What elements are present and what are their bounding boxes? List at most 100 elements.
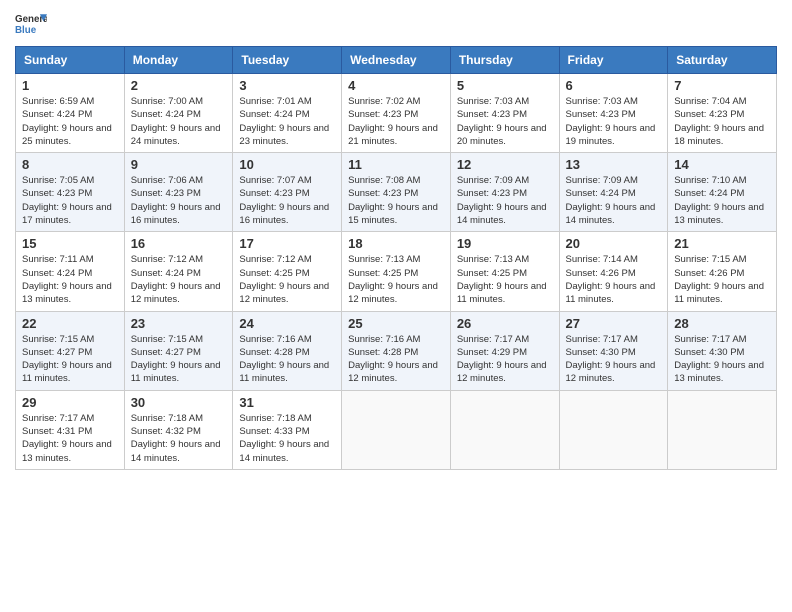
day-cell: 13 Sunrise: 7:09 AMSunset: 4:24 PMDaylig…: [559, 153, 668, 232]
day-info: Sunrise: 7:17 AMSunset: 4:30 PMDaylight:…: [674, 334, 764, 385]
day-info: Sunrise: 7:17 AMSunset: 4:31 PMDaylight:…: [22, 413, 112, 464]
week-row-3: 15 Sunrise: 7:11 AMSunset: 4:24 PMDaylig…: [16, 232, 777, 311]
day-info: Sunrise: 7:16 AMSunset: 4:28 PMDaylight:…: [239, 334, 329, 385]
header-row: SundayMondayTuesdayWednesdayThursdayFrid…: [16, 47, 777, 74]
day-cell: 6 Sunrise: 7:03 AMSunset: 4:23 PMDayligh…: [559, 74, 668, 153]
week-row-1: 1 Sunrise: 6:59 AMSunset: 4:24 PMDayligh…: [16, 74, 777, 153]
day-cell: 10 Sunrise: 7:07 AMSunset: 4:23 PMDaylig…: [233, 153, 342, 232]
col-header-tuesday: Tuesday: [233, 47, 342, 74]
day-number: 12: [457, 157, 553, 172]
day-number: 14: [674, 157, 770, 172]
col-header-monday: Monday: [124, 47, 233, 74]
day-cell: 26 Sunrise: 7:17 AMSunset: 4:29 PMDaylig…: [450, 311, 559, 390]
day-info: Sunrise: 7:18 AMSunset: 4:32 PMDaylight:…: [131, 413, 221, 464]
day-number: 16: [131, 236, 227, 251]
day-info: Sunrise: 7:09 AMSunset: 4:24 PMDaylight:…: [566, 175, 656, 226]
day-cell: [668, 390, 777, 469]
day-info: Sunrise: 6:59 AMSunset: 4:24 PMDaylight:…: [22, 96, 112, 147]
day-number: 7: [674, 78, 770, 93]
day-cell: 30 Sunrise: 7:18 AMSunset: 4:32 PMDaylig…: [124, 390, 233, 469]
day-info: Sunrise: 7:03 AMSunset: 4:23 PMDaylight:…: [457, 96, 547, 147]
day-cell: 3 Sunrise: 7:01 AMSunset: 4:24 PMDayligh…: [233, 74, 342, 153]
day-info: Sunrise: 7:03 AMSunset: 4:23 PMDaylight:…: [566, 96, 656, 147]
day-cell: 1 Sunrise: 6:59 AMSunset: 4:24 PMDayligh…: [16, 74, 125, 153]
day-cell: 4 Sunrise: 7:02 AMSunset: 4:23 PMDayligh…: [342, 74, 451, 153]
day-number: 28: [674, 316, 770, 331]
day-cell: [559, 390, 668, 469]
day-info: Sunrise: 7:12 AMSunset: 4:25 PMDaylight:…: [239, 254, 329, 305]
day-info: Sunrise: 7:00 AMSunset: 4:24 PMDaylight:…: [131, 96, 221, 147]
day-info: Sunrise: 7:13 AMSunset: 4:25 PMDaylight:…: [457, 254, 547, 305]
day-info: Sunrise: 7:14 AMSunset: 4:26 PMDaylight:…: [566, 254, 656, 305]
day-number: 8: [22, 157, 118, 172]
day-number: 3: [239, 78, 335, 93]
day-info: Sunrise: 7:13 AMSunset: 4:25 PMDaylight:…: [348, 254, 438, 305]
day-cell: 17 Sunrise: 7:12 AMSunset: 4:25 PMDaylig…: [233, 232, 342, 311]
day-info: Sunrise: 7:08 AMSunset: 4:23 PMDaylight:…: [348, 175, 438, 226]
day-info: Sunrise: 7:15 AMSunset: 4:26 PMDaylight:…: [674, 254, 764, 305]
logo-icon: General Blue: [15, 10, 47, 38]
day-number: 5: [457, 78, 553, 93]
day-cell: 12 Sunrise: 7:09 AMSunset: 4:23 PMDaylig…: [450, 153, 559, 232]
day-cell: 24 Sunrise: 7:16 AMSunset: 4:28 PMDaylig…: [233, 311, 342, 390]
day-cell: 20 Sunrise: 7:14 AMSunset: 4:26 PMDaylig…: [559, 232, 668, 311]
day-info: Sunrise: 7:17 AMSunset: 4:29 PMDaylight:…: [457, 334, 547, 385]
day-info: Sunrise: 7:05 AMSunset: 4:23 PMDaylight:…: [22, 175, 112, 226]
day-cell: 18 Sunrise: 7:13 AMSunset: 4:25 PMDaylig…: [342, 232, 451, 311]
day-number: 19: [457, 236, 553, 251]
day-cell: 16 Sunrise: 7:12 AMSunset: 4:24 PMDaylig…: [124, 232, 233, 311]
week-row-2: 8 Sunrise: 7:05 AMSunset: 4:23 PMDayligh…: [16, 153, 777, 232]
day-number: 21: [674, 236, 770, 251]
svg-text:Blue: Blue: [15, 25, 37, 36]
day-cell: 31 Sunrise: 7:18 AMSunset: 4:33 PMDaylig…: [233, 390, 342, 469]
day-info: Sunrise: 7:11 AMSunset: 4:24 PMDaylight:…: [22, 254, 112, 305]
day-number: 30: [131, 395, 227, 410]
day-cell: 7 Sunrise: 7:04 AMSunset: 4:23 PMDayligh…: [668, 74, 777, 153]
day-number: 13: [566, 157, 662, 172]
day-number: 26: [457, 316, 553, 331]
day-number: 23: [131, 316, 227, 331]
day-number: 18: [348, 236, 444, 251]
day-number: 25: [348, 316, 444, 331]
day-number: 24: [239, 316, 335, 331]
col-header-thursday: Thursday: [450, 47, 559, 74]
day-cell: 8 Sunrise: 7:05 AMSunset: 4:23 PMDayligh…: [16, 153, 125, 232]
day-number: 29: [22, 395, 118, 410]
day-info: Sunrise: 7:02 AMSunset: 4:23 PMDaylight:…: [348, 96, 438, 147]
day-info: Sunrise: 7:16 AMSunset: 4:28 PMDaylight:…: [348, 334, 438, 385]
day-cell: 21 Sunrise: 7:15 AMSunset: 4:26 PMDaylig…: [668, 232, 777, 311]
day-info: Sunrise: 7:17 AMSunset: 4:30 PMDaylight:…: [566, 334, 656, 385]
week-row-5: 29 Sunrise: 7:17 AMSunset: 4:31 PMDaylig…: [16, 390, 777, 469]
day-number: 4: [348, 78, 444, 93]
day-cell: 28 Sunrise: 7:17 AMSunset: 4:30 PMDaylig…: [668, 311, 777, 390]
col-header-saturday: Saturday: [668, 47, 777, 74]
day-number: 31: [239, 395, 335, 410]
day-info: Sunrise: 7:01 AMSunset: 4:24 PMDaylight:…: [239, 96, 329, 147]
day-info: Sunrise: 7:18 AMSunset: 4:33 PMDaylight:…: [239, 413, 329, 464]
day-info: Sunrise: 7:10 AMSunset: 4:24 PMDaylight:…: [674, 175, 764, 226]
col-header-wednesday: Wednesday: [342, 47, 451, 74]
day-cell: 19 Sunrise: 7:13 AMSunset: 4:25 PMDaylig…: [450, 232, 559, 311]
header: General Blue: [15, 10, 777, 38]
day-cell: 14 Sunrise: 7:10 AMSunset: 4:24 PMDaylig…: [668, 153, 777, 232]
day-info: Sunrise: 7:06 AMSunset: 4:23 PMDaylight:…: [131, 175, 221, 226]
logo: General Blue: [15, 10, 47, 38]
day-number: 22: [22, 316, 118, 331]
day-info: Sunrise: 7:15 AMSunset: 4:27 PMDaylight:…: [131, 334, 221, 385]
day-cell: 2 Sunrise: 7:00 AMSunset: 4:24 PMDayligh…: [124, 74, 233, 153]
calendar-table: SundayMondayTuesdayWednesdayThursdayFrid…: [15, 46, 777, 470]
week-row-4: 22 Sunrise: 7:15 AMSunset: 4:27 PMDaylig…: [16, 311, 777, 390]
day-number: 11: [348, 157, 444, 172]
day-cell: 5 Sunrise: 7:03 AMSunset: 4:23 PMDayligh…: [450, 74, 559, 153]
day-info: Sunrise: 7:07 AMSunset: 4:23 PMDaylight:…: [239, 175, 329, 226]
day-cell: 22 Sunrise: 7:15 AMSunset: 4:27 PMDaylig…: [16, 311, 125, 390]
day-cell: 27 Sunrise: 7:17 AMSunset: 4:30 PMDaylig…: [559, 311, 668, 390]
day-info: Sunrise: 7:09 AMSunset: 4:23 PMDaylight:…: [457, 175, 547, 226]
day-number: 2: [131, 78, 227, 93]
day-number: 20: [566, 236, 662, 251]
day-number: 6: [566, 78, 662, 93]
day-number: 1: [22, 78, 118, 93]
day-cell: 9 Sunrise: 7:06 AMSunset: 4:23 PMDayligh…: [124, 153, 233, 232]
day-cell: 29 Sunrise: 7:17 AMSunset: 4:31 PMDaylig…: [16, 390, 125, 469]
col-header-sunday: Sunday: [16, 47, 125, 74]
